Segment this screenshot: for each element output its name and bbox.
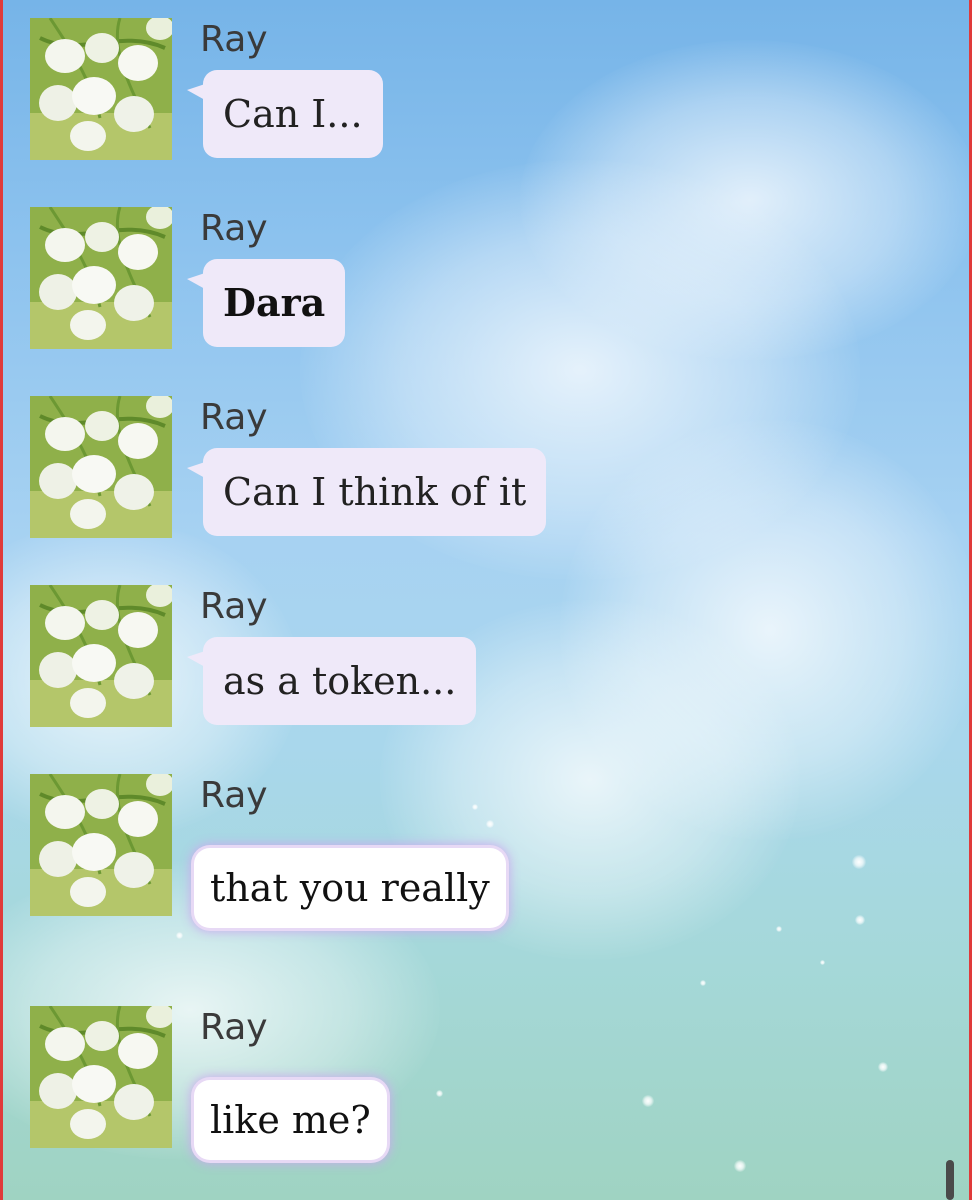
lily-of-the-valley-icon xyxy=(30,774,172,916)
message-bubble[interactable]: Can I think of it xyxy=(186,448,547,536)
lily-of-the-valley-avatar[interactable] xyxy=(30,18,172,160)
lily-of-the-valley-icon xyxy=(30,585,172,727)
lily-of-the-valley-avatar[interactable] xyxy=(30,774,172,916)
sender-name: Ray xyxy=(200,397,268,438)
sparkle-decoration xyxy=(700,980,706,986)
sparkle-decoration xyxy=(642,1095,654,1107)
scrollbar-thumb[interactable] xyxy=(946,1160,954,1200)
sender-name: Ray xyxy=(200,208,268,249)
lily-of-the-valley-icon xyxy=(30,396,172,538)
sparkle-decoration xyxy=(776,926,782,932)
lily-of-the-valley-icon xyxy=(30,207,172,349)
lily-of-the-valley-avatar[interactable] xyxy=(30,585,172,727)
message-bubble[interactable]: like me? xyxy=(194,1080,387,1160)
sparkle-decoration xyxy=(176,932,183,939)
message-bubble[interactable]: as a token... xyxy=(186,637,477,725)
message-bubble[interactable]: that you really xyxy=(194,848,506,928)
lily-of-the-valley-icon xyxy=(30,18,172,160)
lily-of-the-valley-avatar[interactable] xyxy=(30,207,172,349)
lily-of-the-valley-avatar[interactable] xyxy=(30,396,172,538)
sender-name: Ray xyxy=(200,1007,268,1048)
lily-of-the-valley-icon xyxy=(30,1006,172,1148)
sender-name: Ray xyxy=(200,775,268,816)
sparkle-decoration xyxy=(734,1160,746,1172)
sender-name: Ray xyxy=(200,19,268,60)
message-bubble[interactable]: Can I... xyxy=(187,70,383,158)
lily-of-the-valley-avatar[interactable] xyxy=(30,1006,172,1148)
sparkle-decoration xyxy=(852,855,866,869)
sparkle-decoration xyxy=(472,804,478,810)
message-bubble[interactable]: Dara xyxy=(186,259,346,347)
sparkle-decoration xyxy=(878,1062,888,1072)
sparkle-decoration xyxy=(486,820,494,828)
chat-screen: Ray Can I... Ray Dara Ray Can I think of… xyxy=(0,0,972,1200)
sparkle-decoration xyxy=(855,915,865,925)
sparkle-decoration xyxy=(820,960,825,965)
sender-name: Ray xyxy=(200,586,268,627)
window-edge-left xyxy=(0,0,3,1200)
sparkle-decoration xyxy=(436,1090,443,1097)
